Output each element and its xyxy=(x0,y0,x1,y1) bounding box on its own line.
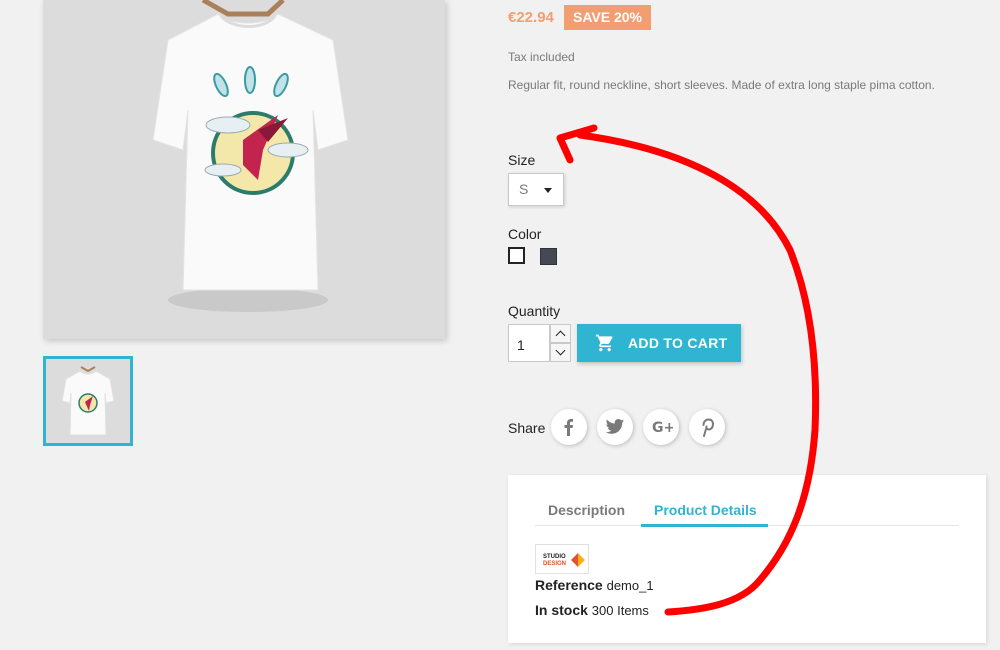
product-thumbnail[interactable] xyxy=(43,356,133,446)
pinterest-icon xyxy=(702,418,715,437)
chevron-down-icon xyxy=(555,345,566,356)
product-main-image[interactable] xyxy=(43,0,445,339)
brand-logo-line2: DESIGN xyxy=(543,561,567,567)
chevron-up-icon xyxy=(555,330,566,341)
facebook-icon xyxy=(564,419,574,436)
tshirt-thumbnail-image xyxy=(61,366,115,436)
size-select-value: S xyxy=(519,181,529,197)
caret-down-icon xyxy=(544,188,552,193)
add-to-cart-label: ADD TO CART xyxy=(628,335,728,351)
stock-row: In stock 300 Items xyxy=(535,602,649,618)
tab-product-details[interactable]: Product Details xyxy=(654,502,757,518)
color-swatch-grey[interactable] xyxy=(540,248,557,265)
quantity-increment-button[interactable] xyxy=(550,324,571,343)
add-to-cart-button[interactable]: ADD TO CART xyxy=(577,324,741,362)
tax-label: Tax included xyxy=(508,50,575,64)
discount-badge: SAVE 20% xyxy=(564,5,651,30)
color-swatch-white[interactable] xyxy=(508,247,525,264)
reference-row: Reference demo_1 xyxy=(535,577,654,593)
tshirt-image xyxy=(152,0,349,312)
active-tab-indicator xyxy=(641,524,768,527)
reference-value: demo_1 xyxy=(606,578,654,593)
brand-logo[interactable]: STUDIO DESIGN xyxy=(535,544,589,574)
quantity-label: Quantity xyxy=(508,303,561,319)
quantity-input[interactable]: 1 xyxy=(508,324,550,362)
product-price: €22.94 xyxy=(508,9,554,26)
share-google-plus-button[interactable]: G+ xyxy=(643,409,679,445)
quantity-decrement-button[interactable] xyxy=(550,343,571,362)
size-label: Size xyxy=(508,152,536,168)
svg-text:G+: G+ xyxy=(652,420,673,436)
share-label: Share xyxy=(508,420,546,436)
color-label: Color xyxy=(508,226,542,242)
share-facebook-button[interactable] xyxy=(551,409,587,445)
share-twitter-button[interactable] xyxy=(597,409,633,445)
size-select[interactable]: S xyxy=(508,173,564,206)
reference-label: Reference xyxy=(535,577,603,593)
twitter-icon xyxy=(605,419,625,434)
shopping-cart-icon xyxy=(595,334,613,352)
stock-value: 300 Items xyxy=(591,603,649,618)
stock-label: In stock xyxy=(535,602,588,618)
product-short-description: Regular fit, round neckline, short sleev… xyxy=(508,78,935,92)
brand-logo-line1: STUDIO xyxy=(543,554,566,560)
tab-description[interactable]: Description xyxy=(548,502,625,518)
brand-diamond-icon xyxy=(571,553,585,567)
google-plus-icon: G+ xyxy=(652,420,673,436)
share-pinterest-button[interactable] xyxy=(689,409,725,445)
